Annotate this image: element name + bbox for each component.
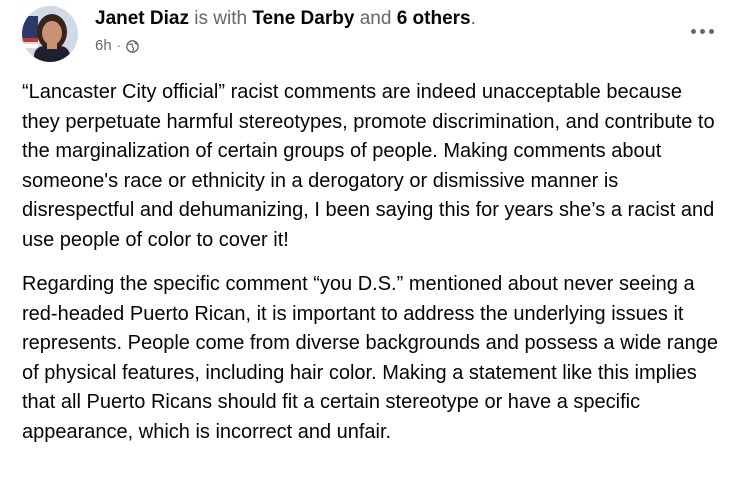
- globe-icon[interactable]: [126, 39, 139, 53]
- avatar-image: [22, 6, 78, 62]
- post-timestamp[interactable]: 6h: [95, 37, 112, 55]
- post-paragraph: “Lancaster City official” racist comment…: [22, 81, 715, 251]
- author-line: Janet Diaz is with Tene Darby and 6 othe…: [95, 8, 476, 30]
- author-name[interactable]: Janet Diaz: [95, 8, 189, 29]
- and-text: and: [359, 8, 392, 29]
- with-text: is with: [194, 8, 248, 29]
- period-text: .: [470, 8, 476, 29]
- more-options-button[interactable]: [684, 13, 720, 49]
- more-options-icon-dot: [699, 28, 705, 34]
- post-body: “Lancaster City official” racist comment…: [22, 78, 722, 462]
- more-options-icon: [690, 28, 696, 34]
- post-header: Janet Diaz is with Tene Darby and 6 othe…: [22, 6, 722, 62]
- post-paragraph: Regarding the specific comment “you D.S.…: [22, 273, 718, 443]
- author-avatar[interactable]: [22, 6, 78, 62]
- facebook-post: Janet Diaz is with Tene Darby and 6 othe…: [0, 0, 739, 492]
- more-options-icon-dot: [708, 28, 714, 34]
- meta-separator: ·: [116, 38, 122, 53]
- tagged-person[interactable]: Tene Darby: [252, 8, 354, 29]
- others-link[interactable]: 6 others: [397, 8, 471, 29]
- post-meta: 6h ·: [95, 37, 139, 55]
